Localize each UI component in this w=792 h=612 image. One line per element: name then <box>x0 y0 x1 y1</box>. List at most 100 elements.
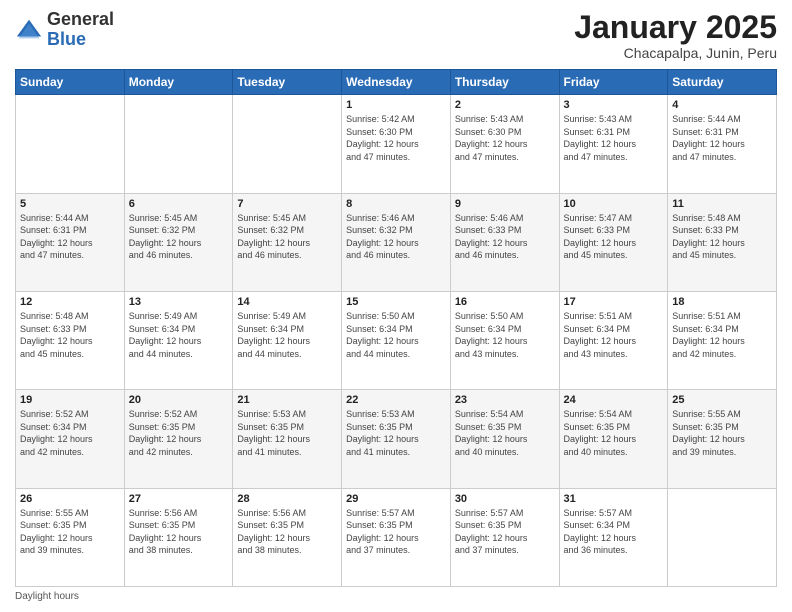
day-info: Sunrise: 5:55 AM Sunset: 6:35 PM Dayligh… <box>20 507 120 557</box>
day-number: 29 <box>346 493 446 505</box>
day-number: 10 <box>564 198 664 210</box>
daylight-label: Daylight hours <box>15 591 79 602</box>
calendar-week-row: 1 Sunrise: 5:42 AM Sunset: 6:30 PM Daylig… <box>16 95 777 193</box>
calendar-cell: 14 Sunrise: 5:49 AM Sunset: 6:34 PM Dayli… <box>233 291 342 389</box>
calendar-cell: 10 Sunrise: 5:47 AM Sunset: 6:33 PM Dayli… <box>559 193 668 291</box>
calendar-cell: 16Sunrise: 5:50 AM Sunset: 6:34 PM Dayli… <box>450 291 559 389</box>
day-info: Sunrise: 5:45 AM Sunset: 6:32 PM Dayligh… <box>237 212 337 262</box>
day-number: 28 <box>237 493 337 505</box>
calendar-table: SundayMondayTuesdayWednesdayThursdayFrid… <box>15 69 777 587</box>
day-info: Sunrise: 5:50 AM Sunset: 6:34 PM Dayligh… <box>455 310 555 360</box>
calendar-cell: 12Sunrise: 5:48 AM Sunset: 6:33 PM Dayli… <box>16 291 125 389</box>
day-number: 31 <box>564 493 664 505</box>
calendar-cell <box>668 488 777 586</box>
calendar-cell: 15Sunrise: 5:50 AM Sunset: 6:34 PM Dayli… <box>342 291 451 389</box>
day-info: Sunrise: 5:48 AM Sunset: 6:33 PM Dayligh… <box>672 212 772 262</box>
day-number: 6 <box>129 198 229 210</box>
day-info: Sunrise: 5:44 AM Sunset: 6:31 PM Dayligh… <box>20 212 120 262</box>
page: General Blue January 2025 Chacapalpa, Ju… <box>0 0 792 612</box>
day-number: 11 <box>672 198 772 210</box>
day-info: Sunrise: 5:57 AM Sunset: 6:35 PM Dayligh… <box>455 507 555 557</box>
day-number: 17 <box>564 296 664 308</box>
calendar-week-row: 12Sunrise: 5:48 AM Sunset: 6:33 PM Dayli… <box>16 291 777 389</box>
title-block: January 2025 Chacapalpa, Junin, Peru <box>574 10 777 61</box>
day-info: Sunrise: 5:51 AM Sunset: 6:34 PM Dayligh… <box>672 310 772 360</box>
calendar-cell: 1 Sunrise: 5:42 AM Sunset: 6:30 PM Daylig… <box>342 95 451 193</box>
calendar-cell: 5Sunrise: 5:44 AM Sunset: 6:31 PM Daylig… <box>16 193 125 291</box>
day-info: Sunrise: 5:49 AM Sunset: 6:34 PM Dayligh… <box>237 310 337 360</box>
day-info: Sunrise: 5:52 AM Sunset: 6:35 PM Dayligh… <box>129 408 229 458</box>
calendar-cell: 27Sunrise: 5:56 AM Sunset: 6:35 PM Dayli… <box>124 488 233 586</box>
day-number: 7 <box>237 198 337 210</box>
day-number: 21 <box>237 394 337 406</box>
day-info: Sunrise: 5:56 AM Sunset: 6:35 PM Dayligh… <box>237 507 337 557</box>
day-info: Sunrise: 5:52 AM Sunset: 6:34 PM Dayligh… <box>20 408 120 458</box>
calendar-day-header: Friday <box>559 70 668 95</box>
calendar-cell: 17 Sunrise: 5:51 AM Sunset: 6:34 PM Dayli… <box>559 291 668 389</box>
day-info: Sunrise: 5:44 AM Sunset: 6:31 PM Dayligh… <box>672 113 772 163</box>
day-info: Sunrise: 5:46 AM Sunset: 6:33 PM Dayligh… <box>455 212 555 262</box>
calendar-cell: 2Sunrise: 5:43 AM Sunset: 6:30 PM Daylig… <box>450 95 559 193</box>
day-number: 4 <box>672 99 772 111</box>
logo: General Blue <box>15 10 114 50</box>
logo-text: General Blue <box>47 10 114 50</box>
day-info: Sunrise: 5:45 AM Sunset: 6:32 PM Dayligh… <box>129 212 229 262</box>
day-info: Sunrise: 5:43 AM Sunset: 6:31 PM Dayligh… <box>564 113 664 163</box>
day-info: Sunrise: 5:53 AM Sunset: 6:35 PM Dayligh… <box>346 408 446 458</box>
day-number: 23 <box>455 394 555 406</box>
calendar-day-header: Wednesday <box>342 70 451 95</box>
day-info: Sunrise: 5:49 AM Sunset: 6:34 PM Dayligh… <box>129 310 229 360</box>
calendar-cell: 24Sunrise: 5:54 AM Sunset: 6:35 PM Dayli… <box>559 390 668 488</box>
day-number: 1 <box>346 99 446 111</box>
calendar-cell: 9Sunrise: 5:46 AM Sunset: 6:33 PM Daylig… <box>450 193 559 291</box>
day-number: 13 <box>129 296 229 308</box>
day-info: Sunrise: 5:57 AM Sunset: 6:34 PM Dayligh… <box>564 507 664 557</box>
calendar-cell: 22 Sunrise: 5:53 AM Sunset: 6:35 PM Dayli… <box>342 390 451 488</box>
title-location: Chacapalpa, Junin, Peru <box>574 45 777 61</box>
calendar-cell: 26 Sunrise: 5:55 AM Sunset: 6:35 PM Dayli… <box>16 488 125 586</box>
day-number: 24 <box>564 394 664 406</box>
calendar-cell: 18 Sunrise: 5:51 AM Sunset: 6:34 PM Dayli… <box>668 291 777 389</box>
day-number: 25 <box>672 394 772 406</box>
logo-icon <box>15 16 43 44</box>
day-number: 18 <box>672 296 772 308</box>
day-number: 19 <box>20 394 120 406</box>
day-number: 2 <box>455 99 555 111</box>
calendar-cell: 8Sunrise: 5:46 AM Sunset: 6:32 PM Daylig… <box>342 193 451 291</box>
calendar-cell: 25 Sunrise: 5:55 AM Sunset: 6:35 PM Dayli… <box>668 390 777 488</box>
calendar-day-header: Sunday <box>16 70 125 95</box>
calendar-day-header: Tuesday <box>233 70 342 95</box>
day-number: 8 <box>346 198 446 210</box>
calendar-cell: 4 Sunrise: 5:44 AM Sunset: 6:31 PM Daylig… <box>668 95 777 193</box>
day-info: Sunrise: 5:47 AM Sunset: 6:33 PM Dayligh… <box>564 212 664 262</box>
day-number: 27 <box>129 493 229 505</box>
calendar-cell <box>233 95 342 193</box>
calendar-cell: 6 Sunrise: 5:45 AM Sunset: 6:32 PM Daylig… <box>124 193 233 291</box>
calendar-cell <box>124 95 233 193</box>
calendar-week-row: 5Sunrise: 5:44 AM Sunset: 6:31 PM Daylig… <box>16 193 777 291</box>
day-number: 26 <box>20 493 120 505</box>
day-number: 22 <box>346 394 446 406</box>
day-info: Sunrise: 5:55 AM Sunset: 6:35 PM Dayligh… <box>672 408 772 458</box>
day-info: Sunrise: 5:48 AM Sunset: 6:33 PM Dayligh… <box>20 310 120 360</box>
day-number: 3 <box>564 99 664 111</box>
day-info: Sunrise: 5:54 AM Sunset: 6:35 PM Dayligh… <box>455 408 555 458</box>
calendar-cell: 3 Sunrise: 5:43 AM Sunset: 6:31 PM Daylig… <box>559 95 668 193</box>
day-info: Sunrise: 5:51 AM Sunset: 6:34 PM Dayligh… <box>564 310 664 360</box>
calendar-week-row: 19 Sunrise: 5:52 AM Sunset: 6:34 PM Dayli… <box>16 390 777 488</box>
calendar-cell <box>16 95 125 193</box>
calendar-cell: 21 Sunrise: 5:53 AM Sunset: 6:35 PM Dayli… <box>233 390 342 488</box>
calendar-day-header: Monday <box>124 70 233 95</box>
day-number: 30 <box>455 493 555 505</box>
day-info: Sunrise: 5:42 AM Sunset: 6:30 PM Dayligh… <box>346 113 446 163</box>
logo-general-text: General <box>47 10 114 30</box>
header: General Blue January 2025 Chacapalpa, Ju… <box>15 10 777 61</box>
calendar-header-row: SundayMondayTuesdayWednesdayThursdayFrid… <box>16 70 777 95</box>
calendar-day-header: Saturday <box>668 70 777 95</box>
calendar-cell: 11 Sunrise: 5:48 AM Sunset: 6:33 PM Dayli… <box>668 193 777 291</box>
calendar-cell: 23 Sunrise: 5:54 AM Sunset: 6:35 PM Dayli… <box>450 390 559 488</box>
calendar-cell: 19 Sunrise: 5:52 AM Sunset: 6:34 PM Dayli… <box>16 390 125 488</box>
day-number: 14 <box>237 296 337 308</box>
day-info: Sunrise: 5:53 AM Sunset: 6:35 PM Dayligh… <box>237 408 337 458</box>
calendar-cell: 7 Sunrise: 5:45 AM Sunset: 6:32 PM Daylig… <box>233 193 342 291</box>
